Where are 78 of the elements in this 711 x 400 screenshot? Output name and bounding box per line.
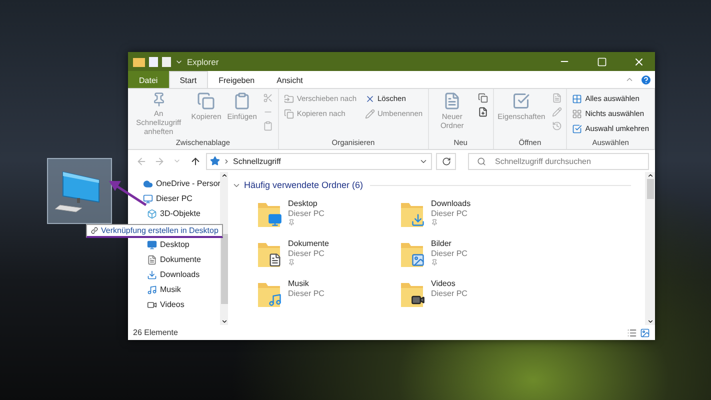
folder-tile[interactable]: Musik Dieser PC [256, 279, 399, 314]
grid-icon [572, 108, 582, 118]
ribbon-tab[interactable]: Datei [128, 71, 169, 88]
scrollbar[interactable] [645, 172, 655, 325]
pencil-icon [552, 107, 562, 117]
cloud-icon [143, 178, 153, 188]
grid-icon [572, 94, 582, 104]
nav-item[interactable]: Videos [128, 297, 220, 312]
checkbox-icon [572, 124, 582, 134]
help-icon[interactable] [640, 74, 652, 86]
scissors-icon [263, 93, 274, 103]
pointer-arrow [109, 181, 147, 206]
folder-tile[interactable]: Bilder Dieser PC [399, 239, 542, 274]
forward-icon [154, 156, 164, 166]
document-icon [552, 93, 562, 103]
properties-icon[interactable] [149, 56, 158, 66]
monitor-icon [143, 194, 153, 204]
move-icon [284, 94, 294, 104]
checkbox-icon [512, 92, 530, 110]
ribbon-icon-button[interactable] [476, 106, 490, 118]
nav-item[interactable]: Dokumente [128, 252, 220, 267]
collapse-icon[interactable] [625, 75, 634, 84]
music-icon [147, 284, 157, 294]
clipboard-icon [233, 92, 252, 110]
video-icon [147, 300, 157, 310]
nav-item[interactable]: OneDrive - Persor [128, 176, 220, 191]
status-text: 26 Elemente [133, 328, 179, 337]
document-icon [147, 254, 157, 264]
folder-tile[interactable]: Downloads Dieser PC [399, 199, 542, 234]
nav-item[interactable]: 3D-Objekte [128, 206, 220, 221]
clipboard-icon [263, 121, 274, 131]
chevron-icon [223, 158, 230, 164]
folder-icon[interactable] [133, 56, 145, 66]
details-view-icon[interactable] [627, 328, 637, 338]
search-field[interactable]: Schnellzugriff durchsuchen [468, 152, 649, 170]
link-icon [91, 227, 98, 234]
caret-icon [173, 157, 181, 165]
computer-shortcut-icon[interactable] [47, 158, 112, 224]
nav-item[interactable]: Dieser PC [128, 191, 220, 206]
window-title: Explorer [187, 56, 220, 66]
back-icon [136, 156, 146, 166]
close-icon [632, 56, 644, 68]
pencil-icon [364, 108, 375, 118]
star-icon [210, 156, 220, 166]
scroll-down-icon[interactable] [646, 318, 654, 325]
drag-tooltip: Verknüpfung erstellen in Desktop [86, 224, 224, 238]
new-folder-icon[interactable] [162, 56, 171, 66]
section-title[interactable]: Häufig verwendete Ordner (6) [244, 180, 364, 190]
close-icon [364, 94, 375, 104]
large-icons-view-icon[interactable] [640, 328, 650, 338]
refresh-icon [442, 156, 450, 166]
cube-icon [147, 208, 157, 218]
maximize-icon [596, 56, 606, 66]
nav-item[interactable]: Musik [128, 282, 220, 297]
monitor-icon [147, 240, 157, 250]
copy-icon [284, 108, 294, 118]
scroll-up-icon[interactable] [220, 172, 228, 179]
folder-tile[interactable]: Desktop Dieser PC [256, 199, 399, 234]
new-file-icon [478, 107, 488, 117]
search-icon [477, 156, 486, 166]
ribbon-tab[interactable]: Start [168, 71, 208, 88]
scrollbar-thumb[interactable] [646, 179, 654, 199]
folder-tile[interactable]: Dokumente Dieser PC [256, 239, 399, 274]
refresh-button[interactable] [436, 152, 456, 170]
ribbon-icon-button[interactable] [476, 92, 490, 104]
scroll-up-icon[interactable] [646, 172, 654, 179]
address-bar[interactable]: Schnellzugriff [206, 152, 432, 170]
nav-item[interactable]: Desktop [128, 237, 220, 252]
folder-tile[interactable]: Videos Dieser PC [399, 279, 542, 314]
download-icon [147, 270, 157, 280]
history-icon [552, 121, 562, 131]
nav-item[interactable]: Downloads [128, 267, 220, 282]
scrollbar[interactable] [220, 172, 228, 325]
copy-icon [197, 92, 216, 110]
copy-icon [478, 93, 488, 103]
up-arrow-icon [190, 156, 200, 166]
document-icon [443, 92, 462, 110]
scroll-down-icon[interactable] [220, 318, 228, 325]
